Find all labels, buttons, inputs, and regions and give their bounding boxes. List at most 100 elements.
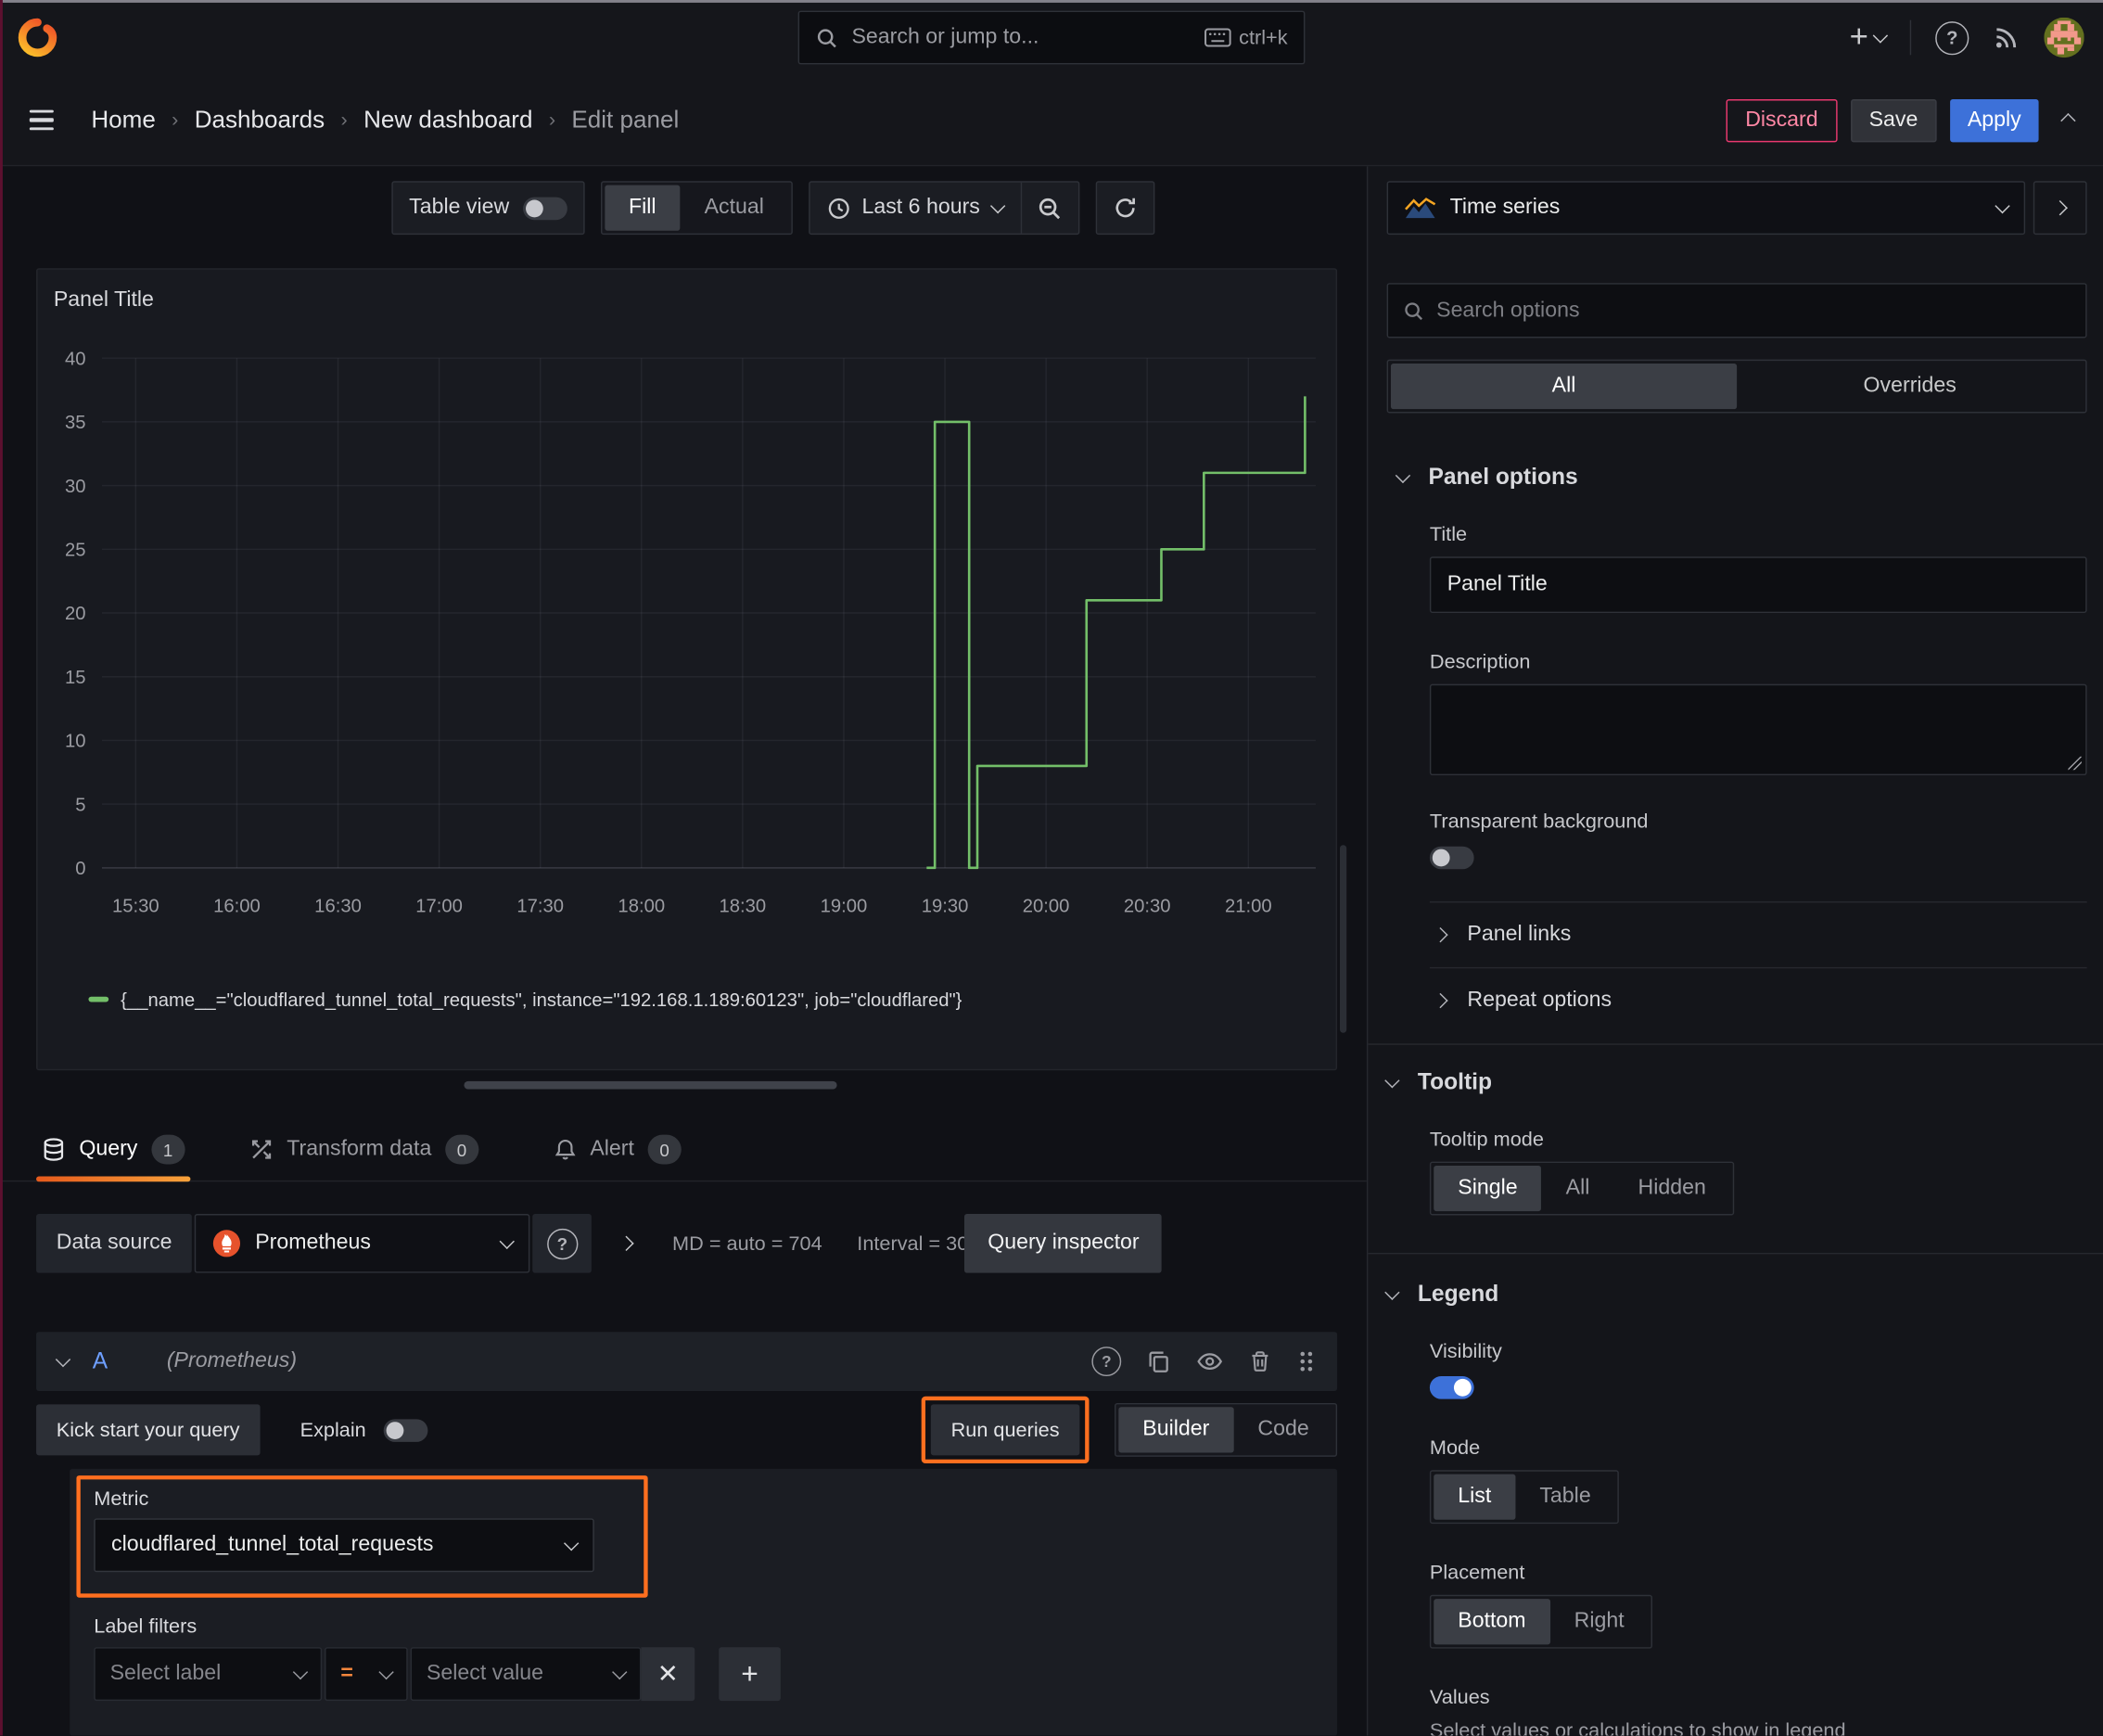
panel-links-section[interactable]: Panel links bbox=[1433, 902, 2087, 966]
zoom-out-button[interactable] bbox=[1022, 181, 1078, 235]
tab-alert[interactable]: Alert 0 bbox=[548, 1117, 686, 1181]
legend-mode-list[interactable]: List bbox=[1434, 1474, 1516, 1520]
select-label-dropdown[interactable]: Select label bbox=[94, 1647, 323, 1702]
tab-overrides[interactable]: Overrides bbox=[1737, 364, 2083, 409]
legend-values-hint: Select values or calculations to show in… bbox=[1429, 1719, 1846, 1736]
news-rss-icon[interactable] bbox=[1993, 24, 2020, 51]
tooltip-mode-hidden[interactable]: Hidden bbox=[1613, 1166, 1729, 1211]
chevron-down-icon bbox=[1872, 28, 1889, 44]
table-view-toggle[interactable] bbox=[522, 196, 567, 220]
global-search-input[interactable]: Search or jump to... ctrl+k bbox=[797, 10, 1306, 65]
kick-start-button[interactable]: Kick start your query bbox=[36, 1404, 261, 1456]
scrollbar-thumb[interactable] bbox=[1339, 845, 1347, 1033]
explain-toggle[interactable] bbox=[383, 1418, 428, 1442]
breadcrumb-separator: › bbox=[548, 108, 556, 132]
repeat-options-section[interactable]: Repeat options bbox=[1433, 968, 2087, 1032]
tab-query[interactable]: Query 1 bbox=[36, 1117, 191, 1182]
metric-select[interactable]: cloudflared_tunnel_total_requests bbox=[94, 1518, 594, 1573]
duplicate-query-icon[interactable] bbox=[1147, 1349, 1171, 1373]
remove-filter-button[interactable]: ✕ bbox=[641, 1647, 695, 1702]
tooltip-mode-single[interactable]: Single bbox=[1434, 1165, 1542, 1212]
query-a-row[interactable]: A (Prometheus) ? bbox=[36, 1332, 1338, 1391]
panel-preview[interactable]: Panel Title 0 5 10 15 20 25 30 35 40 15:30 16:00 16… bbox=[36, 268, 1338, 1071]
tab-query-label: Query bbox=[79, 1137, 138, 1161]
description-textarea[interactable] bbox=[1429, 683, 2087, 776]
svg-text:19:30: 19:30 bbox=[922, 897, 969, 917]
transparent-bg-toggle[interactable] bbox=[1429, 846, 1474, 870]
menu-toggle-icon[interactable] bbox=[21, 102, 61, 138]
fill-option[interactable]: Fill bbox=[604, 185, 681, 231]
remove-query-trash-icon[interactable] bbox=[1249, 1349, 1272, 1373]
code-option[interactable]: Code bbox=[1233, 1407, 1332, 1452]
builder-option[interactable]: Builder bbox=[1118, 1407, 1234, 1453]
metric-value: cloudflared_tunnel_total_requests bbox=[111, 1533, 434, 1556]
options-search-input[interactable]: Search options bbox=[1386, 283, 2087, 338]
actual-option[interactable]: Actual bbox=[681, 185, 788, 231]
apply-button[interactable]: Apply bbox=[1950, 98, 2039, 142]
panel-options-header[interactable]: Panel options bbox=[1395, 464, 2086, 491]
datasource-help-button[interactable]: ? bbox=[532, 1214, 593, 1273]
breadcrumb-dashboards[interactable]: Dashboards bbox=[195, 106, 325, 134]
tooltip-mode-all[interactable]: All bbox=[1542, 1166, 1614, 1211]
breadcrumb-new-dashboard[interactable]: New dashboard bbox=[363, 106, 532, 134]
save-button[interactable]: Save bbox=[1850, 98, 1937, 142]
help-icon[interactable]: ? bbox=[1935, 20, 1969, 55]
panel-options-title: Panel options bbox=[1428, 464, 1578, 490]
collapse-header-icon[interactable] bbox=[2060, 112, 2076, 128]
tab-query-count: 1 bbox=[150, 1134, 185, 1165]
breadcrumb-separator: › bbox=[172, 108, 179, 132]
panel-title-input[interactable]: Panel Title bbox=[1429, 556, 2087, 614]
explain-label: Explain bbox=[300, 1418, 366, 1442]
operator-dropdown[interactable]: = bbox=[325, 1647, 408, 1702]
chevron-right-icon[interactable] bbox=[618, 1235, 635, 1252]
new-button[interactable]: + bbox=[1850, 20, 1889, 54]
resize-handle-icon[interactable] bbox=[2068, 756, 2082, 771]
chevron-down-icon bbox=[989, 198, 1005, 214]
legend-visibility-toggle[interactable] bbox=[1429, 1376, 1474, 1399]
workspace: Table view Fill Actual Last 6 hours Pane… bbox=[0, 166, 2103, 1736]
label-filter-row: Select label = Select value ✕ + bbox=[94, 1647, 781, 1702]
visualization-picker[interactable]: Time series bbox=[1386, 181, 2026, 236]
panel-links-label: Panel links bbox=[1467, 923, 1572, 946]
collapse-query-icon[interactable] bbox=[55, 1351, 71, 1368]
datasource-picker[interactable]: Prometheus bbox=[195, 1214, 530, 1273]
breadcrumb-separator: › bbox=[340, 108, 348, 132]
grafana-logo-icon[interactable] bbox=[16, 12, 61, 63]
panel-resize-handle[interactable] bbox=[464, 1080, 837, 1090]
chart-legend[interactable]: {__name__="cloudflared_tunnel_total_requ… bbox=[88, 989, 962, 1010]
legend-header[interactable]: Legend bbox=[1384, 1281, 2087, 1308]
svg-text:30: 30 bbox=[65, 477, 86, 497]
datasource-value: Prometheus bbox=[255, 1231, 371, 1255]
drag-handle-icon[interactable] bbox=[1297, 1349, 1316, 1373]
chevron-down-icon bbox=[612, 1664, 628, 1680]
refresh-button[interactable] bbox=[1095, 181, 1154, 236]
tab-transform-data[interactable]: Transform data 0 bbox=[244, 1117, 484, 1181]
max-data-points-stat: MD = auto = 704 bbox=[672, 1232, 822, 1256]
legend-mode-table[interactable]: Table bbox=[1515, 1474, 1614, 1520]
breadcrumb-home[interactable]: Home bbox=[91, 106, 155, 134]
table-view-label: Table view bbox=[409, 196, 510, 219]
tooltip-header[interactable]: Tooltip bbox=[1384, 1069, 2087, 1096]
discard-button[interactable]: Discard bbox=[1726, 98, 1837, 142]
select-value-dropdown[interactable]: Select value bbox=[410, 1647, 642, 1702]
legend-placement-bottom[interactable]: Bottom bbox=[1434, 1599, 1550, 1645]
query-help-icon[interactable]: ? bbox=[1091, 1347, 1122, 1377]
section-separator bbox=[1368, 1252, 2103, 1255]
time-series-chart[interactable]: 0 5 10 15 20 25 30 35 40 15:30 16:00 16:30 17:00 17:3… bbox=[48, 342, 1325, 959]
section-separator bbox=[1368, 1043, 2103, 1045]
time-range-picker[interactable]: Last 6 hours bbox=[809, 183, 1020, 234]
legend-placement-right[interactable]: Right bbox=[1550, 1599, 1649, 1644]
topbar-divider bbox=[1909, 19, 1912, 56]
active-tab-underline bbox=[36, 1176, 191, 1182]
add-filter-button[interactable]: + bbox=[719, 1647, 781, 1702]
window-top-edge bbox=[0, 0, 2103, 3]
user-avatar[interactable] bbox=[2044, 17, 2084, 58]
run-queries-button[interactable]: Run queries bbox=[930, 1404, 1080, 1456]
toggle-viz-suggestions-button[interactable] bbox=[2033, 181, 2087, 236]
svg-text:20: 20 bbox=[65, 604, 86, 624]
svg-text:18:00: 18:00 bbox=[618, 897, 665, 917]
tab-all-options[interactable]: All bbox=[1390, 363, 1738, 410]
query-inspector-button[interactable]: Query inspector bbox=[964, 1214, 1163, 1273]
svg-text:18:30: 18:30 bbox=[720, 897, 767, 917]
hide-response-eye-icon[interactable] bbox=[1196, 1349, 1223, 1373]
